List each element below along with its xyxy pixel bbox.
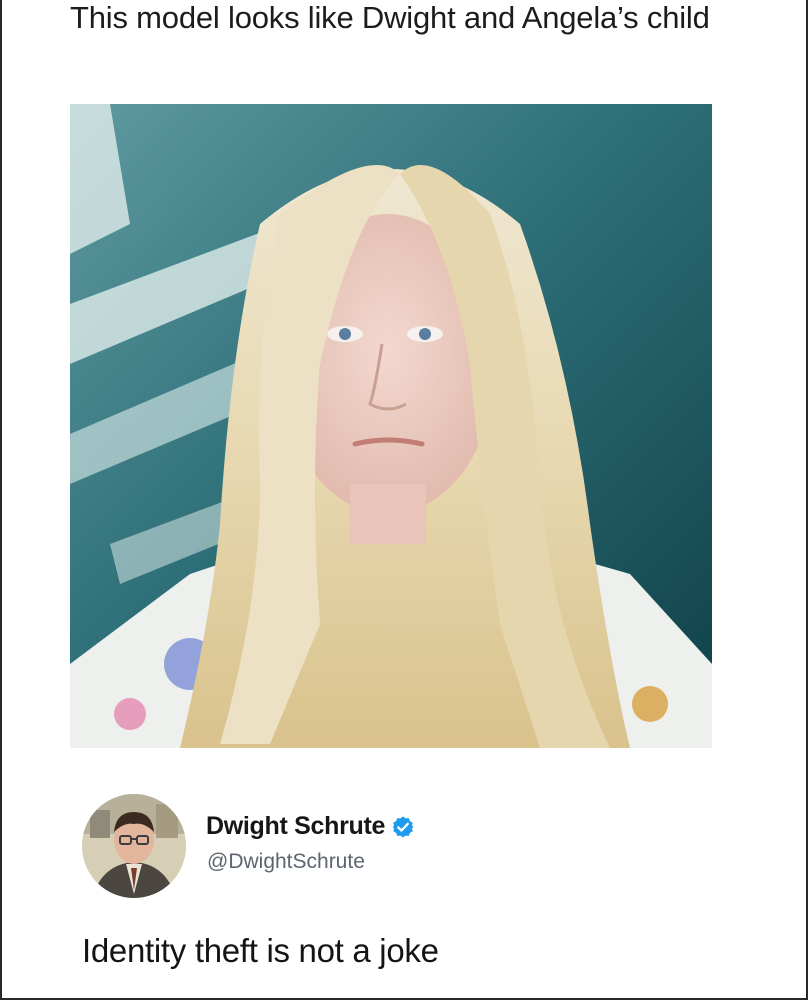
tweet-text: Identity theft is not a joke [82, 932, 439, 969]
post-caption: This model looks like Dwight and Angela’… [70, 0, 710, 35]
avatar[interactable] [82, 794, 186, 898]
display-name[interactable]: Dwight Schrute [206, 812, 385, 841]
model-photo [70, 104, 712, 748]
user-handle[interactable]: @DwightSchrute [207, 850, 365, 874]
name-row: Dwight Schrute [206, 812, 415, 841]
verified-badge-icon [391, 815, 415, 839]
